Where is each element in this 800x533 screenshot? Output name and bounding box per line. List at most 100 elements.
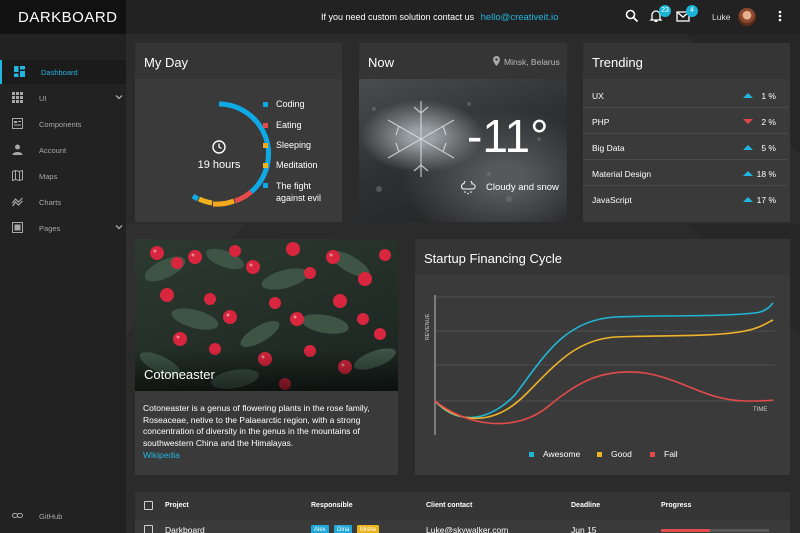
column-header[interactable]: Deadline xyxy=(571,502,600,509)
responsible-tag: Dina xyxy=(334,525,353,533)
financing-card: Startup Financing Cycle REVENUE TIME Awe… xyxy=(415,239,790,475)
trending-row[interactable]: Material Design 18 % xyxy=(583,160,788,186)
account-icon xyxy=(12,144,23,155)
card-header: Now Minsk, Belarus xyxy=(359,43,567,79)
select-all-checkbox[interactable] xyxy=(144,501,153,510)
top-bar: DARKBOARD If you need custom solution co… xyxy=(0,0,800,34)
legend-awesome: Awesome xyxy=(529,449,580,459)
temperature: -11° xyxy=(467,110,549,162)
snow-cloud-icon xyxy=(461,181,476,195)
sidebar-item-maps[interactable]: Maps xyxy=(0,164,126,188)
trending-row[interactable]: PHP 2 % xyxy=(583,108,788,134)
charts-icon xyxy=(12,197,23,207)
row-checkbox[interactable] xyxy=(144,525,153,533)
series-fail-line xyxy=(434,371,774,425)
sidebar-item-account[interactable]: Account xyxy=(0,138,126,162)
sidebar-item-label: Pages xyxy=(39,224,61,233)
responsible-tag: Alex xyxy=(311,525,329,533)
plant-card: Cotoneaster Cotoneaster is a genus of fl… xyxy=(135,239,398,475)
contact-text: If you need custom solution contact us xyxy=(321,12,475,22)
card-title: Now xyxy=(368,55,395,70)
sidebar-item-ui[interactable]: UI xyxy=(0,86,126,110)
my-day-card: My Day 19 hours Coding Eating Sleeping M… xyxy=(135,43,342,222)
weather-condition: Cloudy and snow xyxy=(486,182,559,193)
chevron-down-icon xyxy=(115,225,123,230)
chevron-down-icon xyxy=(115,95,123,100)
column-header[interactable]: Responsible xyxy=(311,502,353,509)
legend-fail: Fail xyxy=(650,449,678,459)
sidebar-item-label: Account xyxy=(39,146,67,155)
components-icon xyxy=(12,118,23,129)
plant-image: Cotoneaster xyxy=(135,239,398,391)
arrow-up-icon xyxy=(743,197,753,202)
sidebar-item-github[interactable]: GitHub xyxy=(0,504,126,528)
brand-logo[interactable]: DARKBOARD xyxy=(0,0,126,34)
link-icon xyxy=(12,513,23,518)
sidebar-item-components[interactable]: Components xyxy=(0,112,126,136)
sidebar-item-pages[interactable]: Pages xyxy=(0,216,126,240)
legend-item-sleeping: Sleeping xyxy=(263,140,311,150)
contact-banner: If you need custom solution contact us h… xyxy=(321,12,558,23)
more-vert-icon[interactable] xyxy=(776,9,792,25)
plant-title: Cotoneaster xyxy=(144,367,215,382)
column-header[interactable]: Client contact xyxy=(426,502,472,509)
sidebar-item-label: GitHub xyxy=(39,512,63,521)
card-title: Trending xyxy=(592,55,643,70)
location-pin-icon xyxy=(493,56,500,66)
column-header[interactable]: Progress xyxy=(661,502,691,509)
sidebar-item-dashboard[interactable]: Dashboard xyxy=(0,60,126,84)
arrow-up-icon xyxy=(743,171,753,176)
series-awesome-line xyxy=(434,302,774,419)
projects-table: Project Responsible Client contact Deadl… xyxy=(135,492,790,533)
client-contact[interactable]: Luke@skywalker.com xyxy=(426,525,508,533)
weather-location: Minsk, Belarus xyxy=(504,57,560,67)
messages-badge: 4 xyxy=(686,5,698,17)
project-name: Darkboard xyxy=(165,525,205,533)
sidebar-item-label: Charts xyxy=(39,198,62,207)
column-header[interactable]: Project xyxy=(165,502,189,509)
chart-y-label: REVENUE xyxy=(425,313,431,340)
sidebar-item-charts[interactable]: Charts xyxy=(0,190,126,214)
notifications-button[interactable]: 23 xyxy=(649,5,671,25)
card-header: My Day xyxy=(135,43,342,79)
search-icon[interactable] xyxy=(625,9,641,25)
progress-track xyxy=(661,529,769,532)
series-good-line xyxy=(434,319,774,420)
messages-button[interactable]: 4 xyxy=(676,5,698,25)
progress-fill xyxy=(661,529,710,532)
sidebar-item-label: Maps xyxy=(39,172,58,181)
grid-icon xyxy=(12,92,23,103)
trending-row[interactable]: Big Data 5 % xyxy=(583,134,788,160)
card-header: Trending xyxy=(583,43,790,79)
dashboard-icon xyxy=(14,66,25,77)
wikipedia-link[interactable]: Wikipedia xyxy=(143,450,180,460)
card-header: Startup Financing Cycle xyxy=(415,239,790,275)
weather-card: Now Minsk, Belarus -11° Cloudy and snow xyxy=(359,43,567,222)
clock-icon xyxy=(212,140,226,154)
avatar[interactable] xyxy=(738,8,756,26)
card-title: Startup Financing Cycle xyxy=(424,251,563,266)
responsible-tag: Misha xyxy=(357,525,380,533)
financing-chart: REVENUE TIME xyxy=(425,295,775,435)
deadline: Jun 15 xyxy=(571,525,597,533)
trending-row[interactable]: JavaScript 17 % xyxy=(583,186,788,212)
main-content: My Day 19 hours Coding Eating Sleeping M… xyxy=(126,34,800,533)
pages-icon xyxy=(12,222,23,233)
legend-item-eating: Eating xyxy=(263,120,302,130)
trending-row[interactable]: UX 1 % xyxy=(583,82,788,108)
user-name[interactable]: Luke xyxy=(712,12,730,22)
sidebar: Dashboard UI Components Account Maps Cha… xyxy=(0,34,126,533)
arrow-down-icon xyxy=(743,119,753,124)
my-day-donut: 19 hours xyxy=(191,101,271,207)
arrow-up-icon xyxy=(743,145,753,150)
trending-card: Trending UX 1 % PHP 2 % Big Data 5 % Materi… xyxy=(583,43,790,222)
my-day-total: 19 hours xyxy=(198,159,241,171)
contact-email-link[interactable]: hello@creativeit.io xyxy=(481,12,559,23)
notifications-badge: 23 xyxy=(659,5,671,17)
legend-good: Good xyxy=(597,449,632,459)
legend-item-coding: Coding xyxy=(263,99,305,109)
sidebar-item-label: UI xyxy=(39,94,47,103)
sidebar-item-label: Components xyxy=(39,120,82,129)
map-icon xyxy=(12,170,23,181)
arrow-up-icon xyxy=(743,93,753,98)
